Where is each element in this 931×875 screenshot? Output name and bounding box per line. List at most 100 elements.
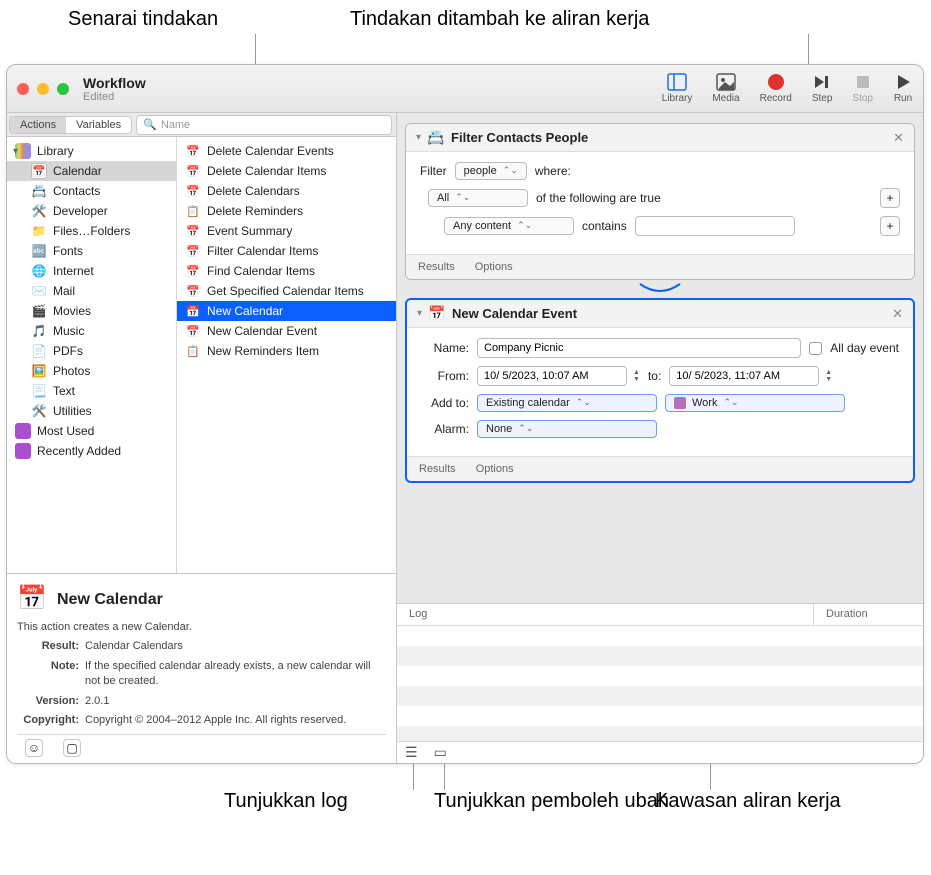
addto-label: Add to: bbox=[421, 396, 469, 410]
duration-column-header[interactable]: Duration bbox=[813, 604, 923, 625]
action-body: Filter people where: All of the followin… bbox=[406, 152, 914, 254]
add-condition-button[interactable]: + bbox=[880, 216, 900, 236]
category-list[interactable]: ▾ Library CalendarContactsDeveloperFiles… bbox=[7, 137, 177, 573]
calendar-select[interactable]: Work bbox=[665, 394, 845, 412]
action-item-icon: 📅 bbox=[185, 183, 201, 199]
from-label: From: bbox=[421, 369, 469, 383]
action-item-icon: 📋 bbox=[185, 203, 201, 219]
toolbar-run-label: Run bbox=[894, 93, 912, 104]
footer-actions-button[interactable]: ☺ bbox=[25, 739, 43, 757]
addto-select[interactable]: Existing calendar bbox=[477, 394, 657, 412]
calendar-icon: 📅 bbox=[17, 584, 49, 616]
toolbar-media-button[interactable]: Media bbox=[712, 73, 739, 104]
sidebar-item-movies[interactable]: Movies bbox=[7, 301, 176, 321]
action-item-delete-calendars[interactable]: 📅Delete Calendars bbox=[177, 181, 396, 201]
sidebar-item-text[interactable]: Text bbox=[7, 381, 176, 401]
all-select[interactable]: All bbox=[428, 189, 528, 207]
tab-actions[interactable]: Actions bbox=[10, 117, 66, 133]
workflow-area[interactable]: ▾ 📇 Filter Contacts People ✕ Filter peop… bbox=[397, 113, 923, 603]
tab-variables[interactable]: Variables bbox=[66, 117, 131, 133]
window-body: Actions Variables 🔍 Name ▾ Library Calen… bbox=[7, 113, 923, 763]
sidebar-item-recentlyadded[interactable]: Recently Added bbox=[7, 441, 176, 461]
callout-list-actions: Senarai tindakan bbox=[68, 8, 218, 31]
disclosure-triangle-icon[interactable]: ▾ bbox=[13, 146, 18, 157]
toolbar-step-button[interactable]: Step bbox=[812, 73, 833, 104]
window-subtitle: Edited bbox=[83, 91, 146, 103]
sidebar-item-contacts[interactable]: Contacts bbox=[7, 181, 176, 201]
any-content-select[interactable]: Any content bbox=[444, 217, 574, 235]
search-input[interactable]: 🔍 Name bbox=[136, 115, 392, 135]
record-icon bbox=[766, 73, 786, 91]
close-icon[interactable]: ✕ bbox=[892, 306, 903, 322]
options-tab[interactable]: Options bbox=[475, 261, 513, 273]
search-placeholder: Name bbox=[161, 119, 190, 131]
disclosure-triangle-icon[interactable]: ▾ bbox=[417, 308, 422, 319]
toolbar-stop-button[interactable]: Stop bbox=[852, 73, 873, 104]
action-list[interactable]: 📅Delete Calendar Events📅Delete Calendar … bbox=[177, 137, 396, 573]
sidebar-item-label: Most Used bbox=[37, 424, 94, 438]
log-column-header[interactable]: Log bbox=[397, 604, 813, 625]
alarm-select[interactable]: None bbox=[477, 420, 657, 438]
footer-variables-button[interactable]: ▢ bbox=[63, 739, 81, 757]
to-stepper[interactable]: ▲▼ bbox=[825, 369, 832, 383]
action-item-new-calendar[interactable]: 📅New Calendar bbox=[177, 301, 396, 321]
action-item-delete-calendar-events[interactable]: 📅Delete Calendar Events bbox=[177, 141, 396, 161]
calendar-icon: 📅 bbox=[428, 305, 446, 323]
sidebar-item-internet[interactable]: Internet bbox=[7, 261, 176, 281]
to-date-input[interactable] bbox=[669, 366, 819, 386]
allday-checkbox[interactable] bbox=[809, 342, 822, 355]
to-label: to: bbox=[648, 369, 661, 383]
show-variables-button[interactable]: ▭ bbox=[434, 744, 447, 761]
close-window-button[interactable] bbox=[17, 83, 29, 95]
action-item-delete-calendar-items[interactable]: 📅Delete Calendar Items bbox=[177, 161, 396, 181]
toolbar-stop-label: Stop bbox=[852, 93, 873, 104]
action-item-delete-reminders[interactable]: 📋Delete Reminders bbox=[177, 201, 396, 221]
action-header[interactable]: ▾ 📅 New Calendar Event ✕ bbox=[407, 300, 913, 328]
results-tab[interactable]: Results bbox=[418, 261, 455, 273]
event-name-input[interactable] bbox=[477, 338, 801, 358]
action-header[interactable]: ▾ 📇 Filter Contacts People ✕ bbox=[406, 124, 914, 152]
action-item-get-specified-calendar-items[interactable]: 📅Get Specified Calendar Items bbox=[177, 281, 396, 301]
show-log-button[interactable]: ☰ bbox=[405, 744, 418, 761]
options-tab[interactable]: Options bbox=[476, 463, 514, 475]
action-item-icon: 📋 bbox=[185, 343, 201, 359]
calendar-color-swatch bbox=[674, 397, 686, 409]
from-date-input[interactable] bbox=[477, 366, 627, 386]
toolbar-media-label: Media bbox=[712, 93, 739, 104]
add-rule-button[interactable]: + bbox=[880, 188, 900, 208]
workflow-action-filter-contacts[interactable]: ▾ 📇 Filter Contacts People ✕ Filter peop… bbox=[405, 123, 915, 280]
toolbar-record-button[interactable]: Record bbox=[760, 73, 792, 104]
sidebar-item-mostused[interactable]: Most Used bbox=[7, 421, 176, 441]
desc-result-value: Calendar Calendars bbox=[85, 639, 386, 654]
action-item-find-calendar-items[interactable]: 📅Find Calendar Items bbox=[177, 261, 396, 281]
sidebar-item-mail[interactable]: Mail bbox=[7, 281, 176, 301]
results-tab[interactable]: Results bbox=[419, 463, 456, 475]
sidebar-item-utilities[interactable]: Utilities bbox=[7, 401, 176, 421]
close-icon[interactable]: ✕ bbox=[893, 130, 904, 146]
sidebar-item-music[interactable]: Music bbox=[7, 321, 176, 341]
sidebar-item-photos[interactable]: Photos bbox=[7, 361, 176, 381]
sidebar-item-calendar[interactable]: Calendar bbox=[7, 161, 176, 181]
toolbar-library-button[interactable]: Library bbox=[662, 73, 693, 104]
action-item-new-reminders-item[interactable]: 📋New Reminders Item bbox=[177, 341, 396, 361]
callout-workflow-area: Kawasan aliran kerja bbox=[655, 790, 841, 813]
from-stepper[interactable]: ▲▼ bbox=[633, 369, 640, 383]
sidebar-item-filesfolders[interactable]: Files…Folders bbox=[7, 221, 176, 241]
sidebar-item-developer[interactable]: Developer bbox=[7, 201, 176, 221]
sidebar-item-label: Mail bbox=[53, 284, 75, 298]
filter-type-select[interactable]: people bbox=[455, 162, 527, 180]
disclosure-triangle-icon[interactable]: ▾ bbox=[416, 132, 421, 143]
pdf-icon bbox=[31, 343, 47, 359]
category-library[interactable]: ▾ Library bbox=[7, 141, 176, 161]
zoom-window-button[interactable] bbox=[57, 83, 69, 95]
toolbar-run-button[interactable]: Run bbox=[893, 73, 913, 104]
action-item-filter-calendar-items[interactable]: 📅Filter Calendar Items bbox=[177, 241, 396, 261]
log-body[interactable] bbox=[397, 626, 923, 741]
action-item-new-calendar-event[interactable]: 📅New Calendar Event bbox=[177, 321, 396, 341]
contains-input[interactable] bbox=[635, 216, 795, 236]
workflow-action-new-calendar-event[interactable]: ▾ 📅 New Calendar Event ✕ Name: All day e… bbox=[405, 298, 915, 483]
sidebar-item-fonts[interactable]: Fonts bbox=[7, 241, 176, 261]
sidebar-item-pdfs[interactable]: PDFs bbox=[7, 341, 176, 361]
minimize-window-button[interactable] bbox=[37, 83, 49, 95]
action-item-event-summary[interactable]: 📅Event Summary bbox=[177, 221, 396, 241]
